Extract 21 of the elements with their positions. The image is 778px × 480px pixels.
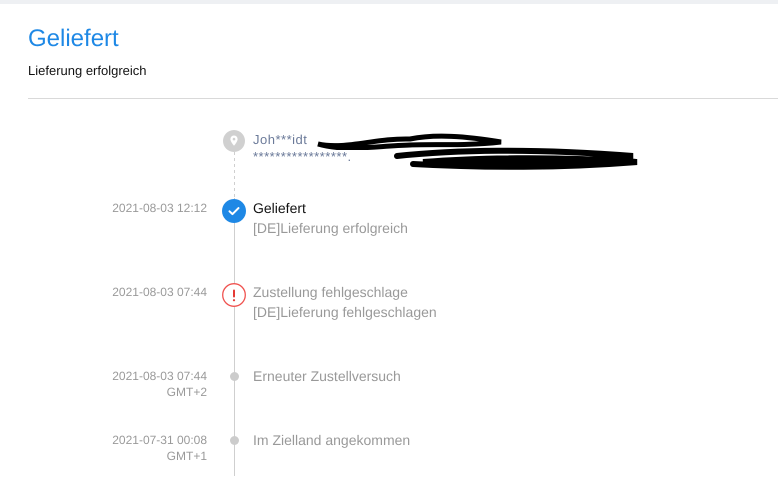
event-time: 2021-08-03 12:12 bbox=[111, 200, 207, 216]
event-title: Zustellung fehlgeschlage bbox=[253, 283, 409, 302]
address-line: *****************. bbox=[253, 148, 352, 165]
event-time: 2021-08-03 07:44 bbox=[111, 284, 207, 300]
event-timezone: GMT+2 bbox=[166, 384, 207, 400]
timeline-dot-icon bbox=[230, 436, 238, 445]
event-title: Im Zielland angekommen bbox=[253, 431, 410, 450]
location-pin-icon bbox=[223, 130, 245, 152]
timeline-dot-icon bbox=[230, 372, 238, 381]
event-title: Erneuter Zustellversuch bbox=[253, 367, 401, 386]
status-title: Geliefert bbox=[28, 25, 120, 53]
event-title: Geliefert bbox=[253, 199, 307, 218]
event-time: 2021-07-31 00:08 bbox=[111, 432, 207, 448]
check-circle-icon bbox=[222, 199, 246, 223]
event-timezone: GMT+1 bbox=[166, 448, 207, 464]
address-line: Joh***idt bbox=[253, 131, 308, 148]
event-time: 2021-08-03 07:44 bbox=[111, 368, 207, 384]
status-subtitle: Lieferung erfolgreich bbox=[28, 63, 148, 79]
alert-circle-icon bbox=[222, 283, 246, 307]
event-detail: [DE]Lieferung fehlgeschlagen bbox=[253, 303, 437, 322]
event-detail: [DE]Lieferung erfolgreich bbox=[253, 219, 408, 238]
